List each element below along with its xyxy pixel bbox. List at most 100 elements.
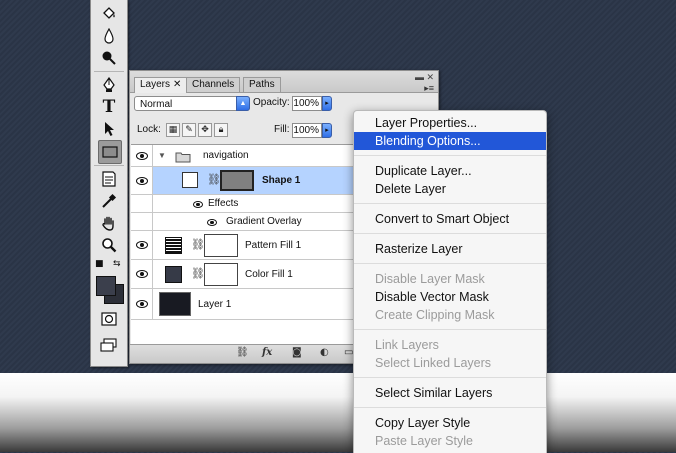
canvas-bottom-gradient [0,373,676,452]
eyedropper-icon[interactable] [98,190,120,212]
pen-icon[interactable] [98,74,120,96]
menu-item-paste-layer-style: Paste Layer Style [375,434,473,448]
layer-thumbnail [182,172,198,188]
tools-divider [94,71,124,72]
layer-mask-thumbnail [204,234,238,257]
menu-separator [354,155,546,156]
lock-image-icon[interactable]: ✎ [182,123,196,137]
menu-item-layer-properties[interactable]: Layer Properties... [354,114,546,132]
eye-icon [135,176,148,185]
quick-mask-icon[interactable] [98,308,120,330]
link-chain-icon: ⛓ [191,238,205,251]
link-chain-icon: ⛓ [191,267,205,280]
pattern-thumbnail [165,237,182,254]
menu-item-convert-smart-object[interactable]: Convert to Smart Object [354,210,546,228]
opacity-label: Opacity: [253,97,290,108]
paint-bucket-icon[interactable] [98,2,120,24]
eye-icon [135,151,148,160]
tab-channels[interactable]: Channels [186,77,241,92]
menu-separator [354,263,546,264]
opacity-field[interactable]: 100% [292,96,322,111]
blur-icon[interactable] [98,25,120,47]
lock-transparency-icon[interactable]: ▦ [166,123,180,137]
link-layers-icon[interactable]: ⛓ [236,347,249,358]
tools-palette: T ■ ⇆ [90,0,128,367]
fill-label: Fill: [274,124,290,135]
swap-colors-icon[interactable]: ⇆ [113,259,121,269]
blend-mode-select[interactable]: Normal ▲ [134,96,250,111]
color-fill-thumbnail [165,266,182,283]
disclosure-triangle-icon[interactable]: ▼ [158,151,166,160]
menu-item-duplicate-layer[interactable]: Duplicate Layer... [354,162,546,180]
eye-icon [135,270,148,278]
panel-window-buttons[interactable]: ▬ ✕ [415,72,434,83]
tools-divider [94,165,124,166]
path-selection-icon[interactable] [98,118,120,140]
chevron-updown-icon: ▲ [236,96,250,111]
opacity-arrow-icon[interactable]: ▸ [322,96,332,111]
default-colors-icon[interactable]: ■ [95,259,104,269]
menu-item-copy-layer-style[interactable]: Copy Layer Style [354,414,546,432]
panel-menu-icon[interactable]: ▸≡ [424,83,434,94]
eye-icon [135,241,148,249]
screen-mode-icon[interactable] [98,334,120,356]
menu-separator [354,233,546,234]
menu-item-delete-layer[interactable]: Delete Layer [354,180,546,198]
menu-separator [354,407,546,408]
layer-name: Layer 1 [198,299,232,310]
link-chain-icon: ⛓ [207,173,221,186]
menu-item-disable-layer-mask: Disable Layer Mask [375,272,485,286]
visibility-toggle[interactable] [131,167,153,194]
menu-item-blending-options[interactable]: Blending Options... [354,132,546,150]
fill-field[interactable]: 100% [292,123,322,138]
eye-icon [135,300,148,308]
empty-visibility-cell [131,195,153,212]
foreground-color-swatch[interactable] [96,276,116,296]
burn-icon[interactable] [98,47,120,69]
type-icon[interactable]: T [98,96,120,118]
close-icon[interactable]: ✕ [173,79,181,90]
layer-thumbnail [159,292,191,316]
tab-paths[interactable]: Paths [243,77,281,92]
context-menu: Layer Properties... Blending Options... … [353,110,547,453]
menu-separator [354,377,546,378]
menu-item-link-layers: Link Layers [375,338,439,352]
menu-item-select-similar-layers[interactable]: Select Similar Layers [354,384,546,402]
vector-mask-thumbnail [220,170,254,191]
tab-layers[interactable]: Layers ✕ [134,77,188,93]
blend-mode-value: Normal [140,99,173,110]
tab-channels-label: Channels [192,79,235,90]
visibility-toggle[interactable] [131,145,153,166]
menu-separator [354,203,546,204]
effects-label: Effects [208,198,239,209]
lock-all-icon[interactable]: 🔒︎ [214,123,228,137]
eye-icon[interactable] [193,201,203,208]
fx-button[interactable]: fx [262,347,272,358]
fill-arrow-icon[interactable]: ▸ [322,123,332,138]
menu-item-rasterize-layer[interactable]: Rasterize Layer [354,240,546,258]
zoom-icon[interactable] [98,234,120,256]
layer-name: Shape 1 [262,175,301,186]
lock-position-icon[interactable]: ✥ [198,123,212,137]
visibility-toggle[interactable] [131,260,153,288]
tab-paths-label: Paths [249,79,275,90]
add-mask-icon[interactable]: ◙ [292,347,302,358]
layer-name: navigation [203,150,249,161]
eye-icon[interactable] [207,219,217,226]
empty-visibility-cell [131,213,153,230]
menu-item-select-linked-layers: Select Linked Layers [375,356,492,370]
menu-item-disable-vector-mask[interactable]: Disable Vector Mask [354,288,546,306]
adjustment-layer-icon[interactable]: ◐ [320,347,329,358]
menu-item-create-clipping-mask: Create Clipping Mask [375,308,495,322]
rectangle-icon[interactable] [98,140,122,164]
menu-separator [354,329,546,330]
folder-icon [175,150,191,168]
visibility-toggle[interactable] [131,231,153,259]
hand-icon[interactable] [98,212,120,234]
notes-icon[interactable] [98,168,120,190]
visibility-toggle[interactable] [131,289,153,319]
panel-tab-bar: Layers ✕ Channels Paths ▬ ✕ [130,71,438,93]
tab-layers-label: Layers [140,79,171,90]
lock-label: Lock: [137,124,161,135]
layer-mask-thumbnail [204,263,238,286]
